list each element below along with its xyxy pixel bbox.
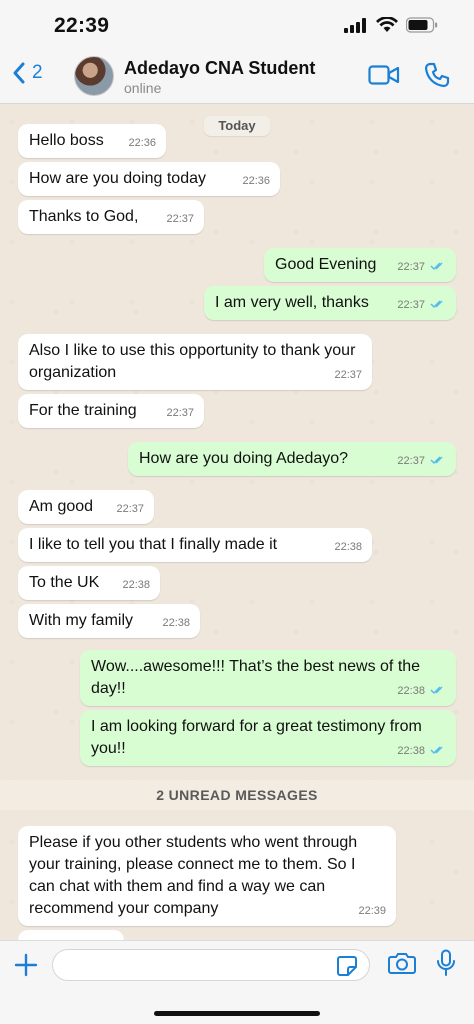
message-bubble[interactable]: How are you doing Adedayo? 22:37 bbox=[128, 442, 456, 476]
message-bubble[interactable]: Wow....awesome!!! That’s the best news o… bbox=[80, 650, 456, 706]
message-time: 22:38 bbox=[122, 579, 150, 591]
message-time: 22:37 bbox=[166, 407, 194, 419]
message-bubble[interactable]: Also I like to use this opportunity to t… bbox=[18, 334, 372, 390]
date-separator: Today bbox=[204, 116, 270, 136]
message-time: 22:37 bbox=[334, 369, 362, 381]
message-text: How are you doing today bbox=[29, 170, 206, 187]
message-time: 22:36 bbox=[242, 175, 270, 187]
message-time: 22:37 bbox=[397, 256, 446, 278]
message-time: 22:38 bbox=[397, 680, 446, 702]
message-time-text: 22:37 bbox=[397, 299, 425, 311]
message-input-bar bbox=[0, 940, 474, 1024]
read-receipt-icon bbox=[430, 456, 443, 465]
back-chevron-icon bbox=[13, 62, 25, 84]
message-bubble[interactable]: I like to tell you that I finally made i… bbox=[18, 528, 372, 562]
message-time-text: 22:38 bbox=[397, 745, 425, 757]
message-text: How are you doing Adedayo? bbox=[139, 450, 349, 467]
message-bubble-partial[interactable] bbox=[18, 930, 124, 940]
message-text: Thanks to God, bbox=[29, 208, 139, 225]
voice-call-button[interactable] bbox=[424, 62, 450, 93]
cellular-signal-icon bbox=[344, 17, 366, 33]
plus-icon bbox=[14, 953, 38, 977]
message-bubble[interactable]: Please if you other students who went th… bbox=[18, 826, 396, 926]
message-time: 22:38 bbox=[334, 541, 362, 553]
message-text: Am good bbox=[29, 498, 94, 515]
microphone-button[interactable] bbox=[436, 949, 456, 982]
avatar[interactable] bbox=[74, 56, 114, 96]
message-text: Please if you other students who went th… bbox=[29, 834, 358, 917]
message-text: With my family bbox=[29, 612, 133, 629]
unread-chats-count: 2 bbox=[32, 62, 43, 83]
contact-status: online bbox=[124, 80, 162, 96]
microphone-icon bbox=[437, 949, 455, 976]
message-bubble[interactable]: I am looking forward for a great testimo… bbox=[80, 710, 456, 766]
message-text: Wow....awesome!!! That’s the best news o… bbox=[91, 658, 421, 697]
message-text: I am looking forward for a great testimo… bbox=[91, 718, 422, 757]
message-text: Good Evening bbox=[275, 256, 377, 273]
message-time-text: 22:37 bbox=[397, 455, 425, 467]
message-bubble[interactable]: To the UK 22:38 bbox=[18, 566, 160, 600]
sticker-button[interactable] bbox=[336, 955, 358, 982]
contact-name[interactable]: Adedayo CNA Student bbox=[124, 58, 315, 79]
message-bubble[interactable]: With my family 22:38 bbox=[18, 604, 200, 638]
read-receipt-icon bbox=[430, 300, 443, 309]
message-bubble[interactable]: Am good 22:37 bbox=[18, 490, 154, 524]
message-time: 22:38 bbox=[397, 740, 446, 762]
message-text: I am very well, thanks bbox=[215, 294, 369, 311]
back-button[interactable]: 2 bbox=[12, 62, 43, 84]
message-text: To the UK bbox=[29, 574, 100, 591]
message-bubble[interactable]: I am very well, thanks 22:37 bbox=[204, 286, 456, 320]
message-time: 22:37 bbox=[116, 503, 144, 515]
read-receipt-icon bbox=[430, 686, 443, 695]
message-bubble[interactable]: Good Evening 22:37 bbox=[264, 248, 456, 282]
battery-icon bbox=[406, 17, 438, 33]
camera-icon bbox=[388, 953, 416, 974]
message-bubble[interactable]: How are you doing today 22:36 bbox=[18, 162, 280, 196]
video-call-icon bbox=[368, 65, 400, 85]
message-text: Also I like to use this opportunity to t… bbox=[29, 342, 356, 381]
status-time: 22:39 bbox=[54, 14, 110, 37]
message-time-text: 22:37 bbox=[397, 261, 425, 273]
message-input[interactable] bbox=[52, 949, 370, 981]
message-time: 22:37 bbox=[397, 450, 446, 472]
chat-header: 2 Adedayo CNA Student online bbox=[0, 52, 474, 104]
message-time: 22:38 bbox=[162, 617, 190, 629]
message-time-text: 22:38 bbox=[397, 685, 425, 697]
message-time: 22:39 bbox=[358, 905, 386, 917]
message-time: 22:36 bbox=[128, 137, 156, 149]
camera-button[interactable] bbox=[388, 951, 416, 980]
sticker-icon bbox=[337, 956, 357, 976]
status-icons bbox=[344, 17, 438, 33]
phone-icon bbox=[424, 62, 450, 88]
read-receipt-icon bbox=[430, 746, 443, 755]
message-bubble[interactable]: For the training 22:37 bbox=[18, 394, 204, 428]
message-time: 22:37 bbox=[166, 213, 194, 225]
home-indicator bbox=[154, 1011, 320, 1016]
attach-button[interactable] bbox=[14, 953, 38, 982]
message-bubble[interactable]: Hello boss 22:36 bbox=[18, 124, 166, 158]
message-text: I like to tell you that I finally made i… bbox=[29, 536, 278, 553]
wifi-icon bbox=[376, 17, 398, 32]
message-time: 22:37 bbox=[397, 294, 446, 316]
read-receipt-icon bbox=[430, 262, 443, 271]
chat-area[interactable]: Today Hello boss 22:36 How are you doing… bbox=[0, 104, 474, 940]
message-text: Hello boss bbox=[29, 132, 104, 149]
message-bubble[interactable]: Thanks to God, 22:37 bbox=[18, 200, 204, 234]
unread-messages-banner: 2 UNREAD MESSAGES bbox=[0, 780, 474, 810]
message-text: For the training bbox=[29, 402, 137, 419]
video-call-button[interactable] bbox=[368, 64, 400, 91]
status-bar: 22:39 bbox=[0, 0, 474, 52]
